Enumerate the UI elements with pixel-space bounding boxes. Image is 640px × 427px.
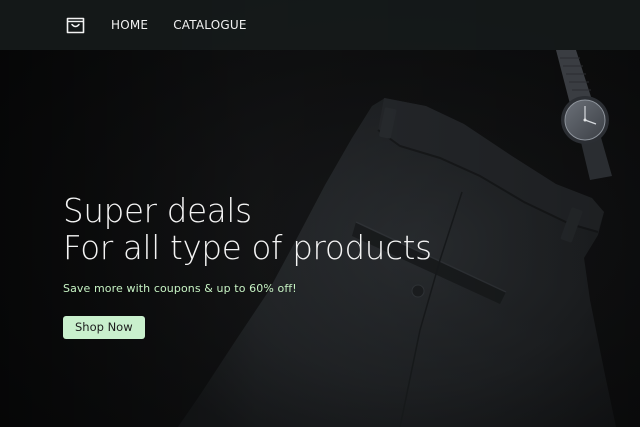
hero-headline-line1: Super deals <box>63 192 252 230</box>
top-navbar: HOME CATALOGUE <box>0 0 640 50</box>
hero-copy: Super deals For all type of products Sav… <box>63 193 432 339</box>
hero-headline-line2: For all type of products <box>63 229 432 267</box>
nav-link-catalogue[interactable]: CATALOGUE <box>173 18 246 32</box>
hero-subtext: Save more with coupons & up to 60% off! <box>63 282 297 295</box>
nav-link-home[interactable]: HOME <box>111 18 148 32</box>
shop-now-button[interactable]: Shop Now <box>63 316 145 339</box>
hero-headline: Super deals For all type of products <box>63 193 432 267</box>
shopping-bag-icon[interactable] <box>65 15 85 35</box>
